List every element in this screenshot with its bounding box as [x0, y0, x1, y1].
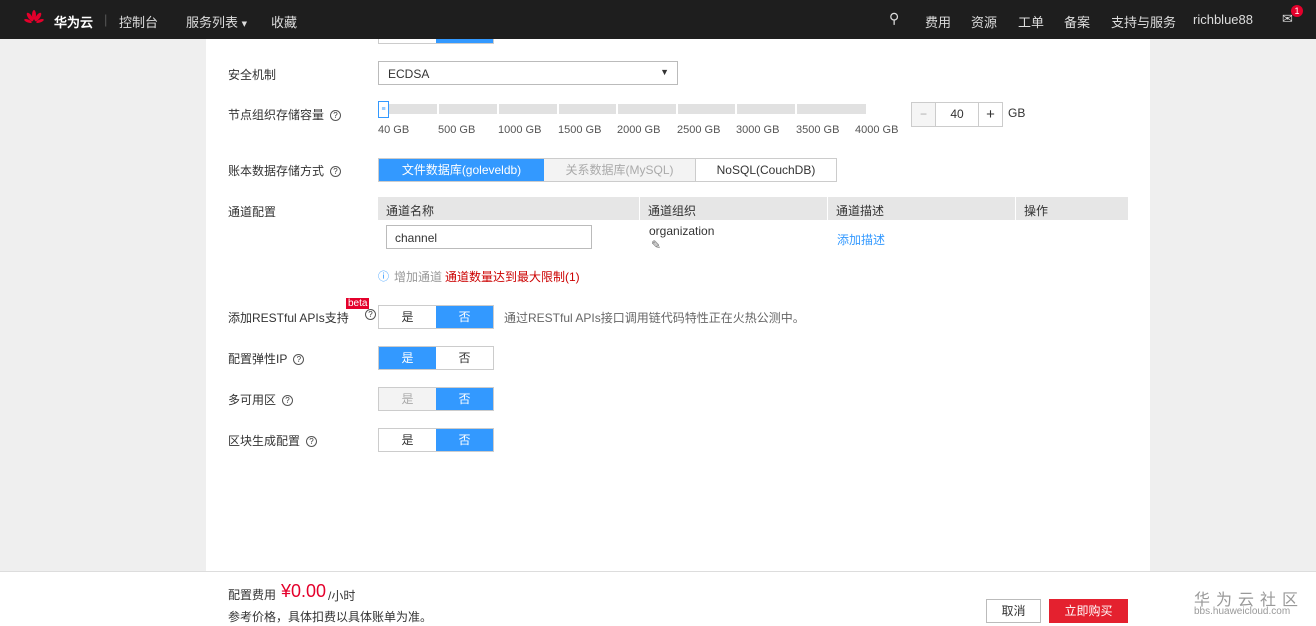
channel-limit-warning: 通道数量达到最大限制(1) — [445, 270, 580, 284]
nav-favorites[interactable]: 收藏 — [271, 12, 297, 31]
option-yes[interactable]: 是 — [379, 429, 436, 451]
user-menu[interactable]: richblue88 — [1193, 12, 1253, 27]
price: ¥0.00 — [281, 581, 327, 601]
buy-now-button[interactable]: 立即购买 — [1049, 599, 1128, 623]
increment-button[interactable]: + — [978, 103, 1002, 126]
nav-fees[interactable]: 费用 — [925, 12, 951, 31]
storage-stepper[interactable]: − 40 + — [911, 102, 1003, 127]
option-no[interactable]: 否 — [436, 347, 493, 369]
decrement-button[interactable]: − — [912, 103, 936, 126]
help-icon[interactable]: ? — [365, 309, 376, 320]
option-yes[interactable]: 是 — [379, 347, 436, 369]
block-toggle[interactable]: 是否 — [378, 428, 494, 452]
option-no[interactable]: 否 — [436, 306, 493, 328]
slider-handle[interactable]: ≡ — [378, 101, 389, 118]
beta-badge: beta — [346, 298, 370, 309]
add-channel-button[interactable]: 增加通道 — [394, 268, 442, 285]
slider-tick-label: 500 GB — [438, 124, 476, 136]
search-icon[interactable]: ⚲ — [889, 10, 899, 27]
caret-down-icon: ▾ — [241, 18, 248, 30]
slider-segment[interactable] — [737, 104, 795, 114]
slider-segment[interactable] — [797, 104, 866, 114]
slider-tick-label: 2000 GB — [617, 124, 661, 136]
fee-label: 配置费用 — [228, 588, 277, 602]
storage-input[interactable]: 40 — [936, 103, 978, 126]
slider-tick-label: 3500 GB — [796, 124, 840, 136]
ledger-option-couchdb[interactable]: NoSQL(CouchDB) — [696, 159, 836, 181]
az-toggle[interactable]: 是否 — [378, 387, 494, 411]
chevron-down-icon: ▼ — [660, 67, 669, 77]
slider-tick-label: 2500 GB — [677, 124, 721, 136]
nav-resources[interactable]: 资源 — [971, 12, 997, 31]
top-nav: 华为云 | 控制台 服务列表 ▾ 收藏 ⚲ 费用 资源 工单 备案 支持与服务 … — [0, 0, 1316, 39]
cancel-button[interactable]: 取消 — [986, 599, 1041, 623]
nav-console[interactable]: 控制台 — [119, 12, 158, 31]
slider-tick-label: 1500 GB — [558, 124, 602, 136]
ledger-label: 账本数据存储方式? — [228, 162, 342, 179]
channel-label: 通道配置 — [228, 205, 277, 219]
huawei-logo-icon — [24, 10, 44, 23]
storage-unit: GB — [1008, 106, 1026, 120]
slider-segment[interactable] — [678, 104, 735, 114]
help-icon[interactable]: ? — [293, 354, 305, 365]
eip-toggle[interactable]: 是否 — [378, 346, 494, 370]
option-no[interactable]: 否 — [436, 388, 493, 410]
nav-support[interactable]: 支持与服务 — [1111, 12, 1176, 31]
add-description-link[interactable]: 添加描述 — [837, 231, 885, 248]
channel-name-input[interactable]: channel — [386, 225, 592, 249]
slider-segment[interactable] — [499, 104, 557, 114]
help-icon[interactable]: ? — [330, 166, 342, 177]
option-yes[interactable]: 是 — [379, 306, 436, 328]
info-icon: ⓘ — [378, 271, 389, 283]
az-label: 多可用区? — [228, 391, 294, 408]
nav-tickets[interactable]: 工单 — [1018, 12, 1044, 31]
ledger-option-mysql[interactable]: 关系数据库(MySQL) — [544, 159, 696, 181]
option-no[interactable]: 否 — [436, 429, 493, 451]
slider-tick-label: 3000 GB — [736, 124, 780, 136]
nav-services[interactable]: 服务列表 ▾ — [186, 12, 247, 31]
help-icon[interactable]: ? — [282, 395, 294, 406]
slider-segment[interactable] — [618, 104, 676, 114]
footer-bar: 配置费用 ¥0.00 /小时 参考价格，具体扣费以具体账单为准。 取消 立即购买… — [0, 571, 1316, 626]
slider-tick-label: 40 GB — [378, 124, 410, 136]
block-label: 区块生成配置? — [228, 432, 318, 449]
slider-segment[interactable] — [559, 104, 616, 114]
storage-label: 节点组织存储容量? — [228, 106, 342, 123]
option-yes: 是 — [379, 388, 436, 410]
slider-tick-label: 1000 GB — [498, 124, 542, 136]
slider-tick-label: 4000 GB — [855, 124, 899, 136]
notification-badge: 1 — [1291, 5, 1303, 17]
watermark-url: bbs.huaweicloud.com — [1194, 606, 1291, 617]
brand[interactable]: 华为云 — [54, 12, 93, 31]
restful-note: 通过RESTful APIs接口调用链代码特性正在火热公测中。 — [504, 311, 805, 325]
restful-toggle[interactable]: 是否 — [378, 305, 494, 329]
channel-org: organization — [649, 224, 715, 238]
slider-segment[interactable] — [439, 104, 497, 114]
eip-label: 配置弹性IP? — [228, 350, 305, 367]
security-select[interactable]: ECDSA ▼ — [378, 61, 678, 85]
help-icon[interactable]: ? — [306, 436, 318, 447]
edit-pencil-icon[interactable]: ✎ — [651, 238, 661, 252]
price-unit: /小时 — [328, 589, 356, 603]
security-label: 安全机制 — [228, 68, 277, 82]
ledger-option-goleveldb[interactable]: 文件数据库(goleveldb) — [379, 159, 544, 181]
channel-table-header: 通道名称 通道组织 通道描述 操作 — [378, 197, 1128, 220]
help-icon[interactable]: ? — [330, 110, 342, 121]
price-note: 参考价格，具体扣费以具体账单为准。 — [228, 610, 433, 624]
restful-label: 添加RESTful APIs支持 — [228, 311, 349, 325]
nav-filing[interactable]: 备案 — [1064, 12, 1090, 31]
